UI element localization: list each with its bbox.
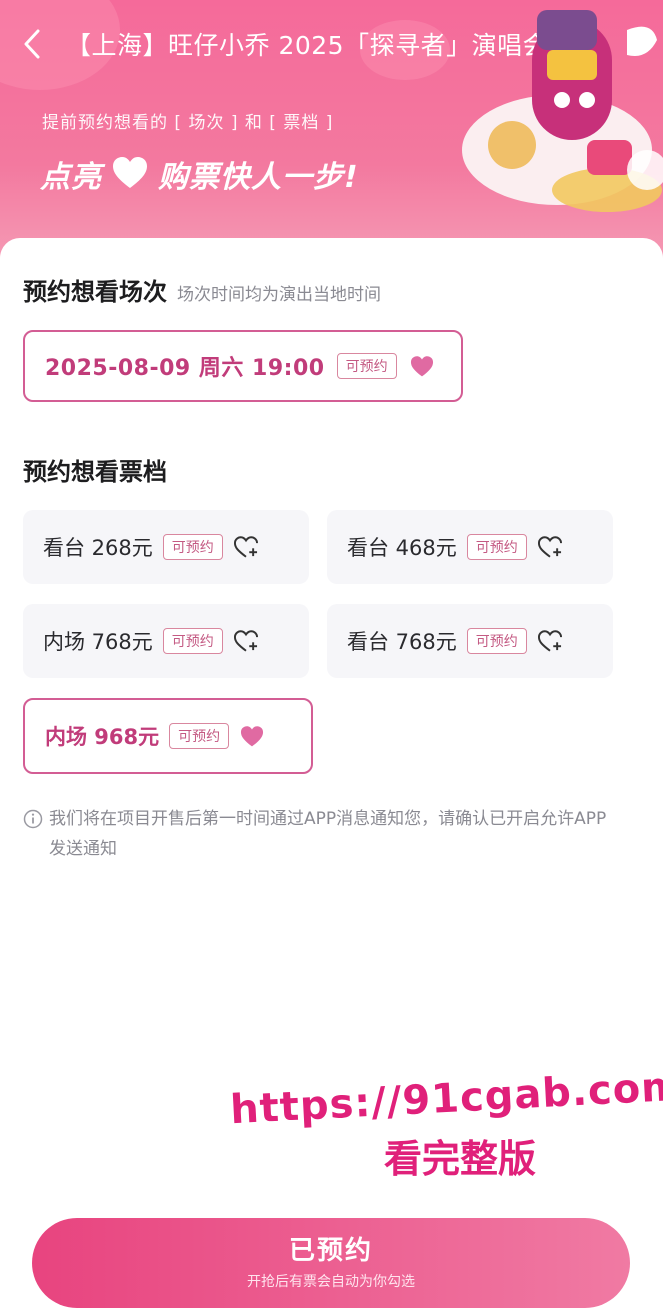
tier-option[interactable]: 看台 268元 可预约 (23, 510, 309, 584)
back-button[interactable] (14, 24, 50, 64)
reserved-button-label: 已预约 (288, 1236, 373, 1266)
chevron-left-icon (24, 29, 40, 59)
reservable-badge: 可预约 (169, 723, 230, 749)
session-section-heading: 预约想看场次 (23, 278, 167, 306)
reservable-badge: 可预约 (162, 628, 223, 654)
reserved-button-hint: 开抢后有票会自动为你勾选 (247, 1274, 415, 1290)
heart-add-icon (233, 630, 258, 652)
tier-option[interactable]: 内场 768元 可预约 (23, 604, 309, 678)
reservable-badge: 可预约 (466, 628, 527, 654)
tier-option-selected[interactable]: 内场 968元 可预约 (23, 698, 313, 774)
reserved-button[interactable]: 已预约 开抢后有票会自动为你勾选 (32, 1218, 630, 1308)
heart-add-icon (233, 536, 258, 558)
heart-add-icon (537, 630, 562, 652)
reservable-badge: 可预约 (466, 534, 527, 560)
heart-icon (113, 157, 147, 188)
heart-filled-icon (241, 726, 264, 747)
reservable-badge: 可预约 (336, 353, 397, 379)
tier-label: 看台 468元 (347, 536, 457, 560)
heart-add-icon (537, 536, 562, 558)
watermark: https://91cgab.com 看完整版 (229, 1064, 663, 1183)
tier-option[interactable]: 看台 468元 可预约 (327, 510, 613, 584)
slogan-left: 点亮 (40, 160, 102, 195)
tier-section-title: 预约想看票档 (23, 458, 167, 486)
tier-label: 内场 968元 (45, 725, 160, 749)
tier-label: 内场 768元 (43, 630, 153, 654)
reservable-badge: 可预约 (162, 534, 223, 560)
session-datetime: 2025-08-09 周六 19:00 (45, 356, 325, 381)
tier-option[interactable]: 看台 768元 可预约 (327, 604, 613, 678)
heart-filled-icon (410, 356, 433, 377)
watermark-text: 看完整版 (383, 1137, 536, 1181)
session-section-note: 场次时间均为演出当地时间 (177, 285, 381, 305)
notice-text: 我们将在项目开售后第一时间通过APP消息通知您，请确认已开启允许APP发送通知 (49, 809, 607, 859)
mascot-illustration (462, 10, 663, 212)
session-section-title: 预约想看场次 场次时间均为演出当地时间 (23, 272, 381, 307)
header-slogan: 点亮 购票快人一步! (40, 152, 359, 196)
tier-label: 看台 768元 (347, 630, 457, 654)
watermark-url: https://91cgab.com (229, 1063, 663, 1134)
tier-label: 看台 268元 (43, 536, 153, 560)
info-icon (23, 809, 43, 829)
notification-notice: 我们将在项目开售后第一时间通过APP消息通知您，请确认已开启允许APP发送通知 (23, 804, 623, 864)
session-option[interactable]: 2025-08-09 周六 19:00 可预约 (23, 330, 463, 402)
slogan-right: 购票快人一步! (158, 160, 359, 195)
header-subtitle: 提前预约想看的 [ 场次 ] 和 [ 票档 ] (42, 113, 334, 133)
